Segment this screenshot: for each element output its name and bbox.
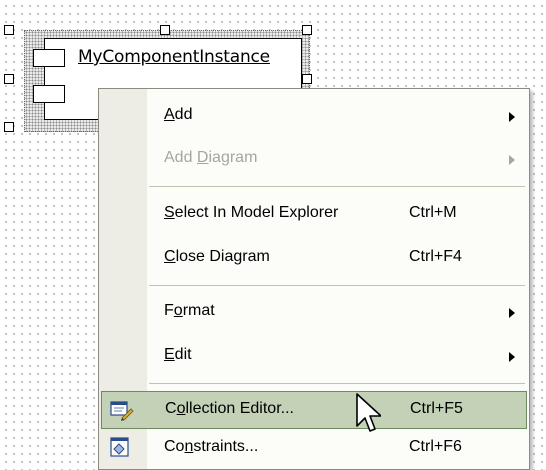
menu-separator bbox=[149, 186, 525, 187]
resize-handle-top-left[interactable] bbox=[4, 25, 14, 35]
menu-separator bbox=[149, 285, 525, 286]
collection-editor-icon bbox=[110, 400, 134, 422]
component-port-bottom bbox=[33, 85, 65, 103]
resize-handle-middle-right[interactable] bbox=[302, 74, 312, 84]
menu-item-label: Add Diagram bbox=[164, 149, 258, 166]
mouse-pointer-icon bbox=[355, 392, 382, 441]
resize-handle-top-center[interactable] bbox=[160, 25, 170, 35]
menu-item-label: Select In Model Explorer bbox=[164, 204, 339, 221]
constraints-icon bbox=[109, 437, 131, 459]
resize-handle-middle-left[interactable] bbox=[4, 74, 14, 84]
component-instance-name[interactable]: MyComponentInstance bbox=[78, 47, 270, 67]
menu-item-shortcut: Ctrl+M bbox=[409, 204, 457, 221]
submenu-arrow-icon bbox=[509, 352, 515, 362]
menu-item-constraints[interactable]: Constraints... Ctrl+F6 bbox=[101, 431, 527, 469]
menu-item-shortcut: Ctrl+F5 bbox=[410, 400, 463, 417]
menu-item-shortcut: Ctrl+F4 bbox=[409, 248, 462, 265]
menu-separator bbox=[149, 383, 525, 384]
resize-handle-bottom-left[interactable] bbox=[4, 122, 14, 132]
component-port-top bbox=[33, 49, 65, 67]
resize-handle-top-right[interactable] bbox=[302, 25, 312, 35]
menu-item-label: Format bbox=[164, 302, 215, 319]
diagram-canvas[interactable]: MyComponentInstance Add Add Diagram Sele… bbox=[0, 0, 546, 470]
menu-item-collection-editor[interactable]: Collection Editor... Ctrl+F5 bbox=[101, 391, 527, 429]
menu-item-close-diagram[interactable]: Close Diagram Ctrl+F4 bbox=[101, 239, 527, 277]
menu-item-label: Collection Editor... bbox=[165, 400, 294, 417]
submenu-arrow-icon bbox=[509, 308, 515, 318]
menu-item-edit[interactable]: Edit bbox=[101, 337, 527, 375]
context-menu: Add Add Diagram Select In Model Explorer… bbox=[98, 88, 530, 470]
submenu-arrow-icon bbox=[509, 112, 515, 122]
menu-item-add-diagram: Add Diagram bbox=[101, 140, 527, 178]
menu-item-select-in-model-explorer[interactable]: Select In Model Explorer Ctrl+M bbox=[101, 195, 527, 233]
menu-item-add[interactable]: Add bbox=[101, 97, 527, 135]
menu-item-shortcut: Ctrl+F6 bbox=[409, 438, 462, 455]
menu-item-format[interactable]: Format bbox=[101, 293, 527, 331]
submenu-arrow-icon bbox=[509, 155, 515, 165]
menu-item-label: Close Diagram bbox=[164, 248, 270, 265]
menu-item-label: Add bbox=[164, 106, 193, 123]
menu-item-label: Constraints... bbox=[164, 438, 259, 455]
menu-item-label: Edit bbox=[164, 346, 192, 363]
